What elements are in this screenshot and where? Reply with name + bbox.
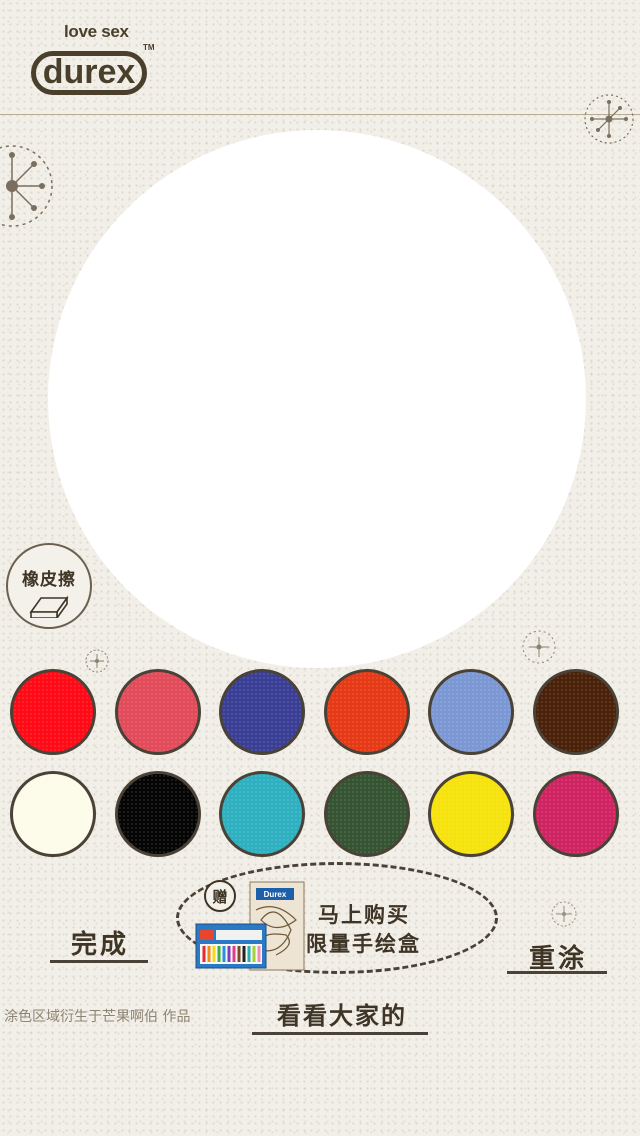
brand-name: durex — [42, 52, 136, 91]
pack-brand-text: Durex — [264, 890, 287, 899]
dandelion-ornament-bottom — [551, 901, 577, 927]
dandelion-ornament-right — [584, 94, 634, 144]
header-divider — [0, 114, 640, 115]
color-swatch[interactable] — [428, 669, 514, 755]
durex-logo: durex — [31, 51, 147, 95]
eraser-label: 橡皮擦 — [22, 570, 76, 590]
done-underline — [50, 960, 148, 963]
gallery-label: 看看大家的 — [277, 1002, 407, 1030]
color-swatch[interactable] — [114, 771, 201, 857]
redo-underline — [507, 971, 607, 974]
color-swatch[interactable] — [532, 771, 619, 857]
coloring-canvas[interactable] — [48, 130, 586, 668]
promo-line-1: 马上购买 — [318, 903, 410, 927]
brand-tagline: love sex — [64, 22, 129, 41]
trademark-mark: TM — [143, 43, 155, 52]
promo-line-2: 限量手绘盒 — [306, 932, 421, 956]
color-swatch[interactable] — [428, 771, 514, 857]
color-swatch[interactable] — [114, 669, 201, 755]
eraser-button[interactable]: 橡皮擦 — [6, 543, 92, 629]
eraser-icon — [29, 595, 69, 618]
redo-label: 重涂 — [528, 944, 587, 974]
color-swatch[interactable] — [323, 669, 410, 755]
done-button[interactable]: 完成 — [52, 924, 148, 961]
color-swatch[interactable] — [219, 771, 305, 857]
dandelion-ornament-small — [522, 630, 556, 664]
gift-box-image: Durex — [195, 881, 305, 971]
dandelion-ornament-left — [0, 145, 53, 227]
color-swatch[interactable] — [323, 771, 410, 857]
dandelion-ornament-tiny — [85, 649, 109, 673]
done-label: 完成 — [70, 930, 129, 960]
color-swatch[interactable] — [10, 669, 96, 755]
color-swatch[interactable] — [219, 669, 305, 755]
color-swatch[interactable] — [10, 771, 96, 857]
credit-text: 涂色区域衍生于芒果啊伯 作品 — [4, 1009, 191, 1025]
color-swatch[interactable] — [532, 669, 619, 755]
redo-button[interactable]: 重涂 — [508, 938, 608, 975]
gallery-button[interactable]: 看看大家的 — [254, 996, 430, 1031]
gallery-underline — [252, 1032, 428, 1035]
